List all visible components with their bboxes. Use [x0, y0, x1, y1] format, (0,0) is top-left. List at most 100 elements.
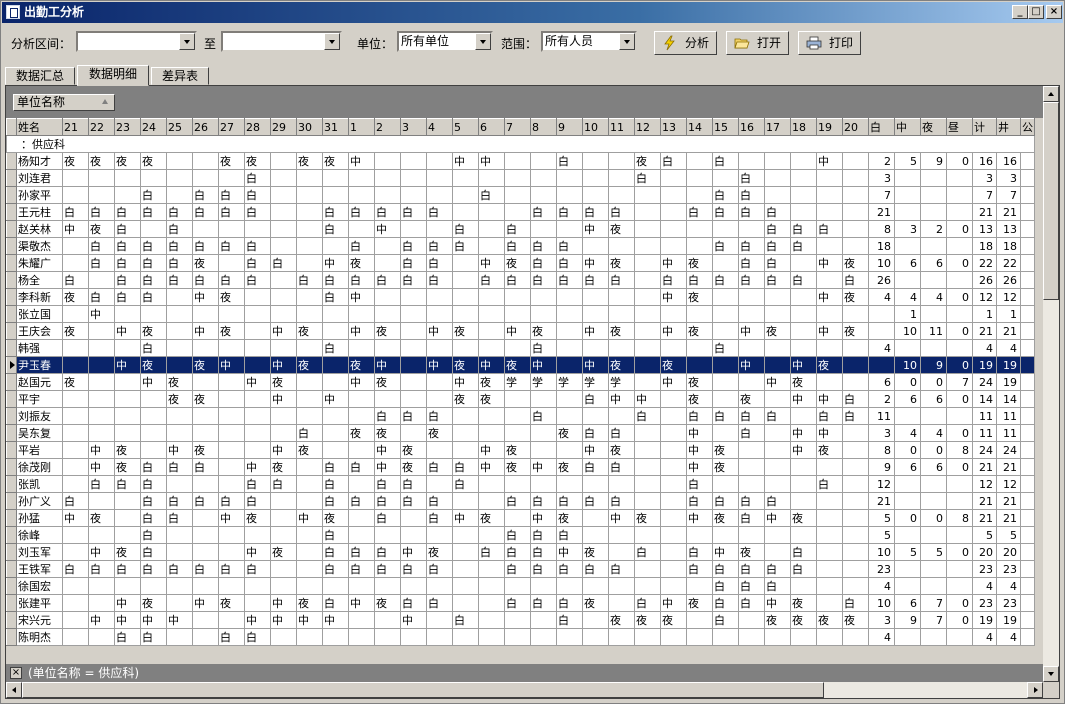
table-cell[interactable]: 白	[140, 492, 167, 510]
table-cell[interactable]	[1020, 611, 1035, 629]
table-cell[interactable]: 0	[894, 373, 921, 391]
group-field-chip[interactable]: 单位名称	[13, 94, 115, 111]
tab-summary[interactable]: 数据汇总	[5, 67, 75, 85]
table-row[interactable]: 平宇夜夜中中夜夜白中中夜夜中中白 2 6 6 0 14 14	[6, 390, 1035, 408]
table-cell[interactable]	[218, 339, 245, 357]
table-cell[interactable]	[374, 186, 401, 204]
table-cell[interactable]: 夜	[374, 594, 401, 612]
table-cell[interactable]: 白	[452, 611, 479, 629]
table-cell[interactable]: 中	[738, 322, 765, 340]
table-cell[interactable]: 白	[140, 203, 167, 221]
column-header[interactable]: 白	[868, 118, 895, 136]
table-cell[interactable]: 中	[660, 254, 687, 272]
table-cell[interactable]	[192, 373, 219, 391]
table-cell[interactable]: 7	[946, 373, 973, 391]
table-cell[interactable]	[296, 237, 323, 255]
column-header[interactable]: 15	[712, 118, 739, 136]
group-row[interactable]: ：供应科	[6, 135, 1035, 153]
table-cell[interactable]	[634, 288, 661, 306]
table-cell[interactable]	[504, 611, 531, 629]
table-cell[interactable]	[426, 186, 453, 204]
table-cell[interactable]	[1020, 492, 1035, 510]
table-cell[interactable]	[686, 152, 713, 170]
table-cell[interactable]: 白	[270, 254, 297, 272]
table-cell[interactable]: 夜	[738, 543, 765, 561]
table-cell[interactable]: 白	[244, 271, 271, 289]
employee-name-cell[interactable]: 孙猛	[16, 509, 63, 527]
table-cell[interactable]: 中	[790, 424, 817, 442]
table-cell[interactable]	[816, 577, 843, 595]
table-cell[interactable]	[530, 577, 557, 595]
table-cell[interactable]	[192, 424, 219, 442]
table-cell[interactable]: 白	[218, 237, 245, 255]
column-header[interactable]: 5	[452, 118, 479, 136]
table-cell[interactable]: 白	[582, 492, 609, 510]
employee-name-cell[interactable]: 徐国宏	[16, 577, 63, 595]
table-cell[interactable]: 白	[348, 560, 375, 578]
table-cell[interactable]: 5	[868, 526, 895, 544]
table-cell[interactable]	[452, 407, 479, 425]
table-cell[interactable]	[920, 577, 947, 595]
table-cell[interactable]	[270, 339, 297, 357]
table-cell[interactable]: 中	[452, 509, 479, 527]
table-cell[interactable]	[842, 186, 869, 204]
row-selector[interactable]	[6, 390, 17, 408]
table-cell[interactable]	[556, 322, 583, 340]
table-cell[interactable]	[738, 339, 765, 357]
table-cell[interactable]	[608, 407, 635, 425]
table-cell[interactable]	[894, 628, 921, 646]
table-cell[interactable]	[660, 424, 687, 442]
table-cell[interactable]	[634, 339, 661, 357]
table-cell[interactable]	[764, 339, 791, 357]
table-cell[interactable]	[140, 424, 167, 442]
table-cell[interactable]	[764, 543, 791, 561]
table-cell[interactable]: 中	[218, 509, 245, 527]
table-cell[interactable]	[634, 220, 661, 238]
table-cell[interactable]: 5	[868, 509, 895, 527]
table-cell[interactable]: 0	[946, 220, 973, 238]
table-cell[interactable]	[374, 254, 401, 272]
table-cell[interactable]	[634, 373, 661, 391]
table-cell[interactable]: 夜	[348, 356, 375, 374]
table-cell[interactable]: 白	[374, 475, 401, 493]
column-header[interactable]: 29	[270, 118, 297, 136]
table-cell[interactable]	[62, 407, 89, 425]
table-cell[interactable]	[686, 220, 713, 238]
table-cell[interactable]	[426, 628, 453, 646]
table-cell[interactable]	[608, 543, 635, 561]
table-cell[interactable]: 夜	[686, 373, 713, 391]
table-cell[interactable]: 白	[166, 271, 193, 289]
table-cell[interactable]: 8	[868, 220, 895, 238]
table-cell[interactable]: 白	[764, 577, 791, 595]
column-header[interactable]: 7	[504, 118, 531, 136]
table-cell[interactable]	[1020, 458, 1035, 476]
table-cell[interactable]	[504, 152, 531, 170]
table-cell[interactable]: 中	[816, 424, 843, 442]
table-cell[interactable]: 夜	[296, 356, 323, 374]
column-header[interactable]: 夜	[920, 118, 947, 136]
table-cell[interactable]: 白	[244, 628, 271, 646]
table-cell[interactable]: 0	[946, 611, 973, 629]
table-cell[interactable]	[712, 169, 739, 187]
table-cell[interactable]	[504, 305, 531, 323]
table-cell[interactable]	[582, 628, 609, 646]
table-cell[interactable]: 夜	[686, 254, 713, 272]
table-cell[interactable]: 6	[894, 390, 921, 408]
table-cell[interactable]: 白	[738, 407, 765, 425]
table-cell[interactable]	[764, 526, 791, 544]
table-cell[interactable]	[504, 509, 531, 527]
table-cell[interactable]	[530, 152, 557, 170]
table-cell[interactable]	[816, 271, 843, 289]
table-cell[interactable]	[270, 169, 297, 187]
table-cell[interactable]: 4	[920, 424, 947, 442]
table-cell[interactable]: 夜	[62, 322, 89, 340]
table-cell[interactable]: 4	[894, 424, 921, 442]
table-cell[interactable]	[816, 237, 843, 255]
table-cell[interactable]	[894, 407, 921, 425]
table-cell[interactable]	[478, 628, 505, 646]
table-cell[interactable]	[322, 441, 349, 459]
table-cell[interactable]	[530, 288, 557, 306]
table-cell[interactable]: 夜	[62, 373, 89, 391]
table-cell[interactable]	[296, 373, 323, 391]
table-cell[interactable]: 白	[842, 594, 869, 612]
